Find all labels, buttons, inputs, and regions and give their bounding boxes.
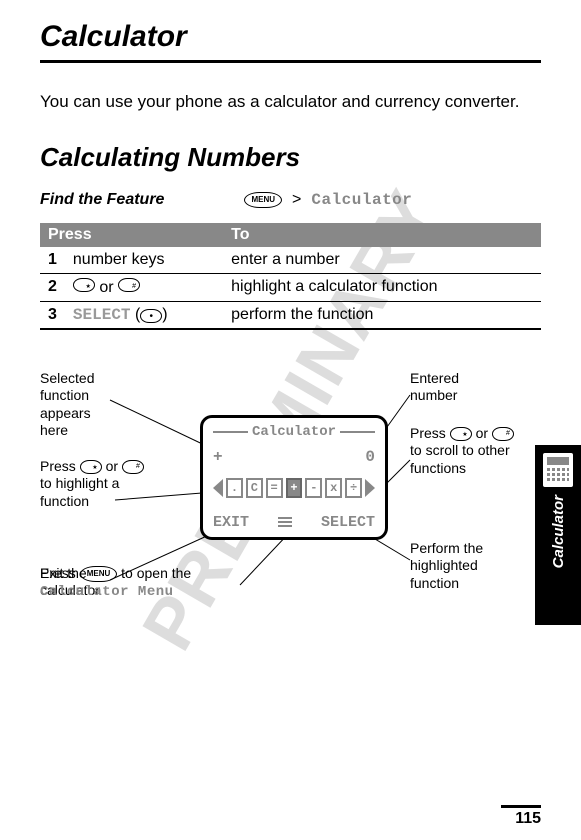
calculator-diagram: Calculator + 0 . C = + - x ÷ EXIT SELECT xyxy=(40,370,541,630)
txt: Press xyxy=(40,458,80,474)
menu-key-icon: MENU xyxy=(244,192,282,208)
star-key-icon xyxy=(80,460,102,474)
callout-menu-open: Press MENU to open the Calculator Menu xyxy=(40,565,210,602)
fn-multiply: x xyxy=(325,478,342,498)
table-row: 1 number keys enter a number xyxy=(40,247,541,274)
txt: to open the xyxy=(117,565,191,581)
txt: to highlight a function xyxy=(40,475,119,509)
display-row: + 0 xyxy=(213,448,375,466)
side-tab: Calculator xyxy=(535,445,581,625)
txt: or xyxy=(472,425,492,441)
table-row: 3 SELECT (•) perform the function xyxy=(40,301,541,329)
table-row: 2 or highlight a calculator function xyxy=(40,273,541,301)
menu-icon xyxy=(278,517,292,527)
callout-entered-number: Entered number xyxy=(410,370,510,405)
gt-symbol: > xyxy=(292,191,301,209)
step-to: enter a number xyxy=(223,247,541,274)
paren-close: ) xyxy=(162,306,167,323)
star-key-icon xyxy=(73,278,95,292)
fn-divide: ÷ xyxy=(345,478,362,498)
side-tab-label: Calculator xyxy=(550,495,567,568)
intro-paragraph: You can use your phone as a calculator a… xyxy=(40,91,541,114)
menu-key-icon: MENU xyxy=(80,566,118,582)
step-number: 3 xyxy=(40,301,65,329)
phone-title: Calculator xyxy=(248,424,340,440)
step-to: perform the function xyxy=(223,301,541,329)
hash-key-icon xyxy=(492,427,514,441)
fn-clear: C xyxy=(246,478,263,498)
menu-target: Calculator xyxy=(311,191,412,209)
fn-minus: - xyxy=(305,478,322,498)
page-title: Calculator xyxy=(40,20,541,63)
fn-equals: = xyxy=(266,478,283,498)
calculator-icon xyxy=(543,453,573,487)
display-function: + xyxy=(213,448,223,466)
callout-perform-function: Perform the highlighted function xyxy=(410,540,510,593)
hash-key-icon xyxy=(118,278,140,292)
txt: to scroll to other functions xyxy=(410,442,510,476)
calculator-menu-name: Calculator Menu xyxy=(40,584,174,600)
txt: or xyxy=(102,458,122,474)
col-press: Press xyxy=(40,223,223,247)
hash-key-icon xyxy=(122,460,144,474)
callout-scroll-functions: Press or to scroll to other functions xyxy=(410,425,525,478)
callout-selected-function: Selected function appears here xyxy=(40,370,110,440)
or-text: or xyxy=(95,279,118,296)
col-to: To xyxy=(223,223,541,247)
step-press: number keys xyxy=(65,247,223,274)
page-content: Calculator You can use your phone as a c… xyxy=(0,0,581,630)
step-number: 1 xyxy=(40,247,65,274)
steps-table: Press To 1 number keys enter a number 2 … xyxy=(40,223,541,330)
display-number: 0 xyxy=(365,448,375,466)
scroll-right-icon xyxy=(365,479,375,497)
txt: Press xyxy=(410,425,450,441)
paren-open: ( xyxy=(131,306,141,323)
callout-press-highlight: Press or to highlight a function xyxy=(40,458,150,511)
star-key-icon xyxy=(450,427,472,441)
softkey-icon: • xyxy=(140,309,162,323)
table-header-row: Press To xyxy=(40,223,541,247)
txt: Press xyxy=(40,565,80,581)
page-number: 115 xyxy=(501,805,541,828)
step-press: or xyxy=(65,273,223,301)
find-the-feature-label: Find the Feature xyxy=(40,191,164,209)
fn-dot: . xyxy=(226,478,243,498)
softkey-exit: EXIT xyxy=(213,514,249,531)
softkey-select: SELECT xyxy=(321,514,375,531)
step-press: SELECT (•) xyxy=(65,301,223,329)
step-number: 2 xyxy=(40,273,65,301)
find-the-feature-row: Find the Feature MENU > Calculator xyxy=(40,191,541,209)
softkey-row: EXIT SELECT xyxy=(213,514,375,531)
section-heading: Calculating Numbers xyxy=(40,142,541,173)
fn-plus: + xyxy=(286,478,303,498)
step-to: highlight a calculator function xyxy=(223,273,541,301)
function-row: . C = + - x ÷ xyxy=(213,478,375,498)
phone-screen: Calculator + 0 . C = + - x ÷ EXIT SELECT xyxy=(200,415,388,540)
scroll-left-icon xyxy=(213,479,223,497)
select-label: SELECT xyxy=(73,306,131,324)
